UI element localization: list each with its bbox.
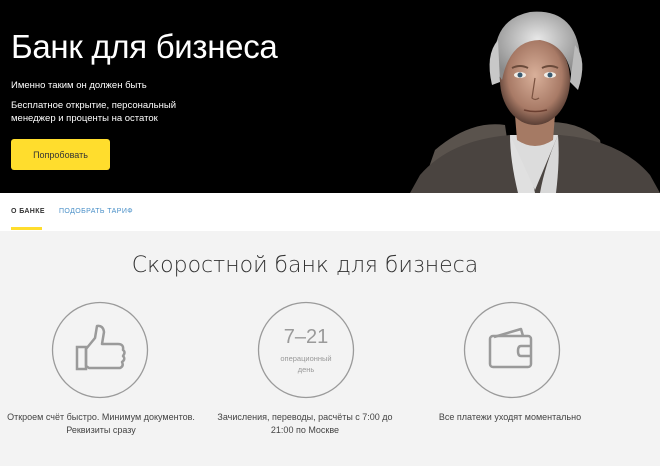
feature-text-instant-payments: Все платежи уходят моментально — [438, 412, 582, 422]
operating-caption-line2: день — [298, 365, 315, 374]
hero-description: Бесплатное открытие, персональный менедж… — [11, 100, 177, 124]
tab-bar: О БАНКЕ ПОДОБРАТЬ ТАРИФ — [0, 193, 660, 231]
active-tab-indicator — [11, 227, 42, 230]
operating-caption-line1: операционный — [280, 354, 331, 363]
hero-title: Банк для бизнеса — [11, 28, 278, 65]
operating-hours: 7–21 — [284, 326, 329, 348]
feature-text-fast-account: Откроем счёт быстро. Минимум документов.… — [7, 412, 195, 435]
feature-text-operating-day: Зачисления, переводы, расчёты с 7:00 до … — [217, 412, 393, 435]
try-button[interactable]: Попробовать — [11, 139, 110, 170]
clock-icon: 7–21 операционный день — [257, 301, 355, 399]
section-title: Скоростной банк для бизнеса — [131, 253, 479, 278]
tab-about[interactable]: О БАНКЕ — [11, 193, 45, 231]
thumbs-up-icon — [51, 301, 149, 399]
hero-banner: Банк для бизнеса Именно таким он должен … — [0, 0, 660, 193]
wallet-icon — [463, 301, 561, 399]
hero-portrait — [410, 11, 660, 193]
hero-subtitle: Именно таким он должен быть — [11, 80, 147, 91]
tab-tariff[interactable]: ПОДОБРАТЬ ТАРИФ — [59, 193, 133, 231]
